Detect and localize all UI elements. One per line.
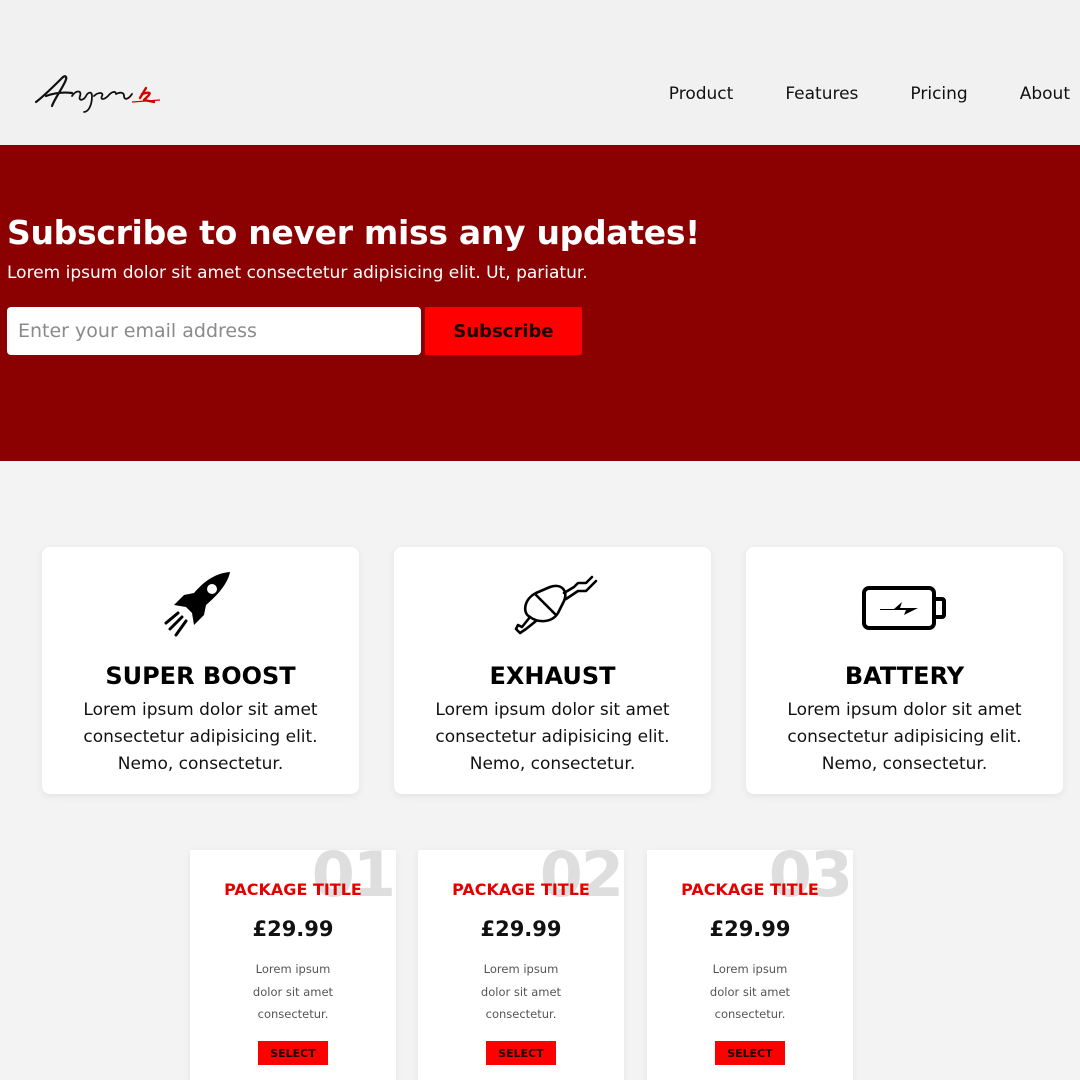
rocket-icon [164, 572, 230, 637]
nav-features[interactable]: Features [785, 84, 858, 104]
main-nav: Product Features Pricing About [617, 84, 1070, 104]
package-description: Lorem ipsum dolor sit amet consectetur. [480, 962, 562, 1021]
package-title: PACKAGE TITLE [224, 880, 362, 899]
package-title: PACKAGE TITLE [452, 880, 590, 899]
subscribe-section: Subscribe to never miss any updates! Lor… [0, 145, 1080, 461]
select-button[interactable]: SELECT [486, 1041, 556, 1065]
subscribe-button[interactable]: Subscribe [425, 307, 582, 355]
feature-card-super-boost: SUPER BOOST Lorem ipsum dolor sit amet c… [42, 547, 359, 794]
feature-text: Lorem ipsum dolor sit amet consectetur a… [435, 700, 670, 774]
feature-title: SUPER BOOST [105, 662, 296, 690]
pricing-card-01: 01 PACKAGE TITLE £29.99 Lorem ipsum dolo… [190, 850, 396, 1080]
package-description: Lorem ipsum dolor sit amet consectetur. [252, 962, 334, 1021]
pricing-card-03: 03 PACKAGE TITLE £29.99 Lorem ipsum dolo… [647, 850, 853, 1080]
exhaust-icon [514, 575, 597, 635]
package-title: PACKAGE TITLE [681, 880, 819, 899]
package-price: £29.99 [480, 917, 562, 941]
feature-card-battery: BATTERY Lorem ipsum dolor sit amet conse… [746, 547, 1063, 794]
nav-about[interactable]: About [1020, 84, 1070, 104]
feature-title: BATTERY [844, 662, 965, 690]
nav-pricing[interactable]: Pricing [910, 84, 967, 104]
feature-text: Lorem ipsum dolor sit amet consectetur a… [787, 700, 1022, 774]
feature-text: Lorem ipsum dolor sit amet consectetur a… [83, 700, 318, 774]
battery-icon [861, 586, 946, 630]
feature-title: EXHAUST [489, 662, 616, 690]
site-header: Product Features Pricing About [0, 0, 1080, 145]
feature-card-exhaust: EXHAUST Lorem ipsum dolor sit amet conse… [394, 547, 711, 794]
select-button[interactable]: SELECT [258, 1041, 328, 1065]
package-price: £29.99 [252, 917, 334, 941]
package-description: Lorem ipsum dolor sit amet consectetur. [709, 962, 791, 1021]
subscribe-title: Subscribe to never miss any updates! [7, 213, 700, 252]
pricing-card-02: 02 PACKAGE TITLE £29.99 Lorem ipsum dolo… [418, 850, 624, 1080]
subscribe-subtitle: Lorem ipsum dolor sit amet consectetur a… [7, 263, 588, 283]
nav-product[interactable]: Product [669, 84, 734, 104]
agera-logo[interactable] [32, 66, 172, 116]
email-input[interactable] [7, 307, 421, 355]
package-price: £29.99 [709, 917, 791, 941]
select-button[interactable]: SELECT [715, 1041, 785, 1065]
